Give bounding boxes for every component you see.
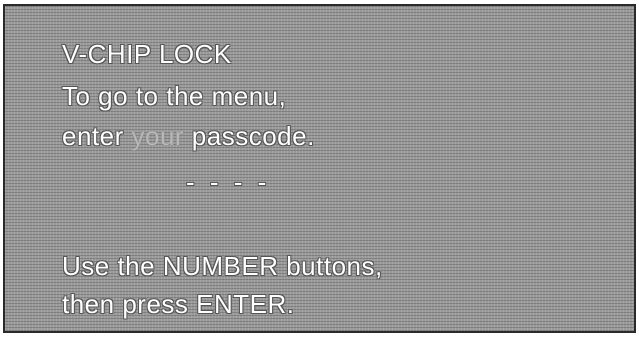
instruction-line-2-prefix: enter bbox=[62, 121, 132, 151]
help-line-2: then press ENTER. bbox=[62, 289, 295, 319]
instruction-line-1: To go to the menu, bbox=[62, 81, 287, 111]
instruction-line-2: enter your passcode. bbox=[62, 122, 315, 150]
passcode-entry-field[interactable]: - - - - bbox=[186, 168, 270, 196]
instruction-line-2-highlight: your bbox=[131, 121, 185, 151]
help-line-1: Use the NUMBER buttons, bbox=[62, 251, 383, 281]
instruction-line-2-suffix: passcode. bbox=[184, 121, 315, 151]
tv-osd-screen: V-CHIP LOCK To go to the menu, enter you… bbox=[3, 4, 636, 333]
vchip-lock-title: V-CHIP LOCK bbox=[62, 39, 232, 69]
